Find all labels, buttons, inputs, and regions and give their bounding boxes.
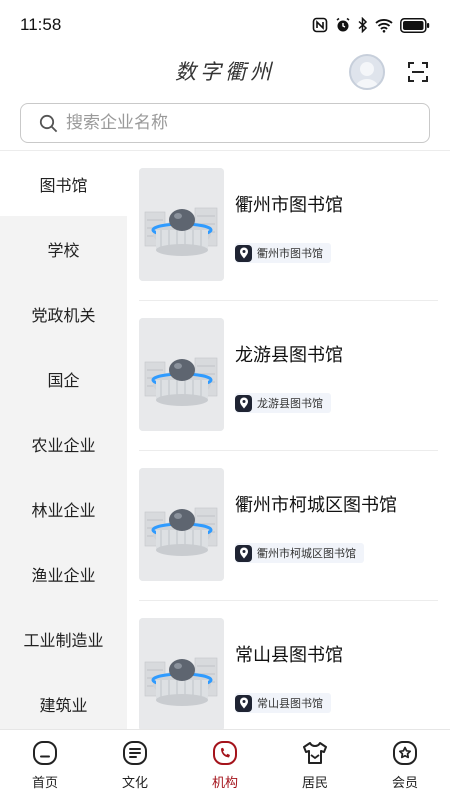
alarm-icon xyxy=(336,17,350,32)
library-building-image xyxy=(139,618,224,729)
user-avatar-icon[interactable] xyxy=(349,54,385,90)
institution-name: 衢州市图书馆 xyxy=(235,195,343,216)
institution-card[interactable]: 龙游县图书馆 龙游县图书馆 xyxy=(127,301,450,451)
location-pin-icon xyxy=(235,244,252,262)
location-tag: 龙游县图书馆 xyxy=(235,393,331,413)
tab-culture[interactable]: 文化 xyxy=(90,730,180,800)
tab-member[interactable]: 会员 xyxy=(360,730,450,800)
institution-name: 衢州市柯城区图书馆 xyxy=(235,495,397,516)
tab-home[interactable]: 首页 xyxy=(0,730,90,800)
culture-icon xyxy=(123,741,147,765)
search-bar[interactable] xyxy=(20,103,430,143)
library-building-image xyxy=(139,318,224,431)
sidebar-item-construction[interactable]: 建筑业 xyxy=(0,671,127,729)
tab-label: 首页 xyxy=(31,776,58,791)
library-building-image xyxy=(139,168,224,281)
institution-name: 常山县图书馆 xyxy=(235,645,343,666)
institution-name: 龙游县图书馆 xyxy=(235,345,343,366)
status-icons xyxy=(312,17,430,33)
sidebar-item-agriculture[interactable]: 农业企业 xyxy=(0,411,127,476)
app-header: 数字衢州 xyxy=(0,50,450,96)
location-pin-icon xyxy=(235,394,252,412)
institution-icon xyxy=(213,741,237,765)
residents-icon xyxy=(303,742,327,764)
wifi-icon xyxy=(375,18,393,33)
sidebar-item-library[interactable]: 图书馆 xyxy=(0,151,127,216)
nfc-icon xyxy=(312,17,328,33)
location-pin-icon xyxy=(235,694,252,712)
sidebar-item-fishery[interactable]: 渔业企业 xyxy=(0,541,127,606)
sidebar-item-government[interactable]: 党政机关 xyxy=(0,281,127,346)
sidebar-item-manufacturing[interactable]: 工业制造业 xyxy=(0,606,127,671)
search-input[interactable] xyxy=(66,113,386,133)
tab-label: 居民 xyxy=(301,776,328,791)
status-bar: 11:58 xyxy=(0,0,450,50)
location-text: 龙游县图书馆 xyxy=(257,397,323,410)
sidebar-item-school[interactable]: 学校 xyxy=(0,216,127,281)
status-time: 11:58 xyxy=(20,15,62,34)
battery-icon xyxy=(400,17,430,33)
tab-institution[interactable]: 机构 xyxy=(180,730,270,800)
tab-label: 文化 xyxy=(121,776,148,791)
institution-card[interactable]: 衢州市图书馆 衢州市图书馆 xyxy=(127,151,450,301)
tab-residents[interactable]: 居民 xyxy=(270,730,360,800)
institution-card[interactable]: 衢州市柯城区图书馆 衢州市柯城区图书馆 xyxy=(127,451,450,601)
bluetooth-icon xyxy=(358,17,368,33)
institution-card[interactable]: 常山县图书馆 常山县图书馆 xyxy=(127,601,450,729)
sidebar-item-state-enterprise[interactable]: 国企 xyxy=(0,346,127,411)
location-tag: 衢州市柯城区图书馆 xyxy=(235,543,364,563)
tab-label: 会员 xyxy=(391,776,418,791)
location-text: 常山县图书馆 xyxy=(257,697,323,710)
member-icon xyxy=(393,741,417,765)
home-icon xyxy=(33,741,57,765)
location-text: 衢州市图书馆 xyxy=(257,247,323,260)
sidebar-item-forestry[interactable]: 林业企业 xyxy=(0,476,127,541)
library-building-image xyxy=(139,468,224,581)
location-tag: 衢州市图书馆 xyxy=(235,243,331,263)
institution-list: 衢州市图书馆 衢州市图书馆 龙游县图书馆 龙游县图书馆 衢州市柯城区图书馆 衢州… xyxy=(127,151,450,729)
location-pin-icon xyxy=(235,544,252,562)
scan-icon[interactable] xyxy=(406,60,430,88)
category-sidebar: 图书馆 学校 党政机关 国企 农业企业 林业企业 渔业企业 工业制造业 建筑业 xyxy=(0,151,127,729)
bottom-tab-bar: 首页 文化 机构 居民 会员 xyxy=(0,729,450,800)
location-tag: 常山县图书馆 xyxy=(235,693,331,713)
tab-label: 机构 xyxy=(211,776,238,791)
location-text: 衢州市柯城区图书馆 xyxy=(257,547,356,560)
search-icon xyxy=(39,114,58,132)
